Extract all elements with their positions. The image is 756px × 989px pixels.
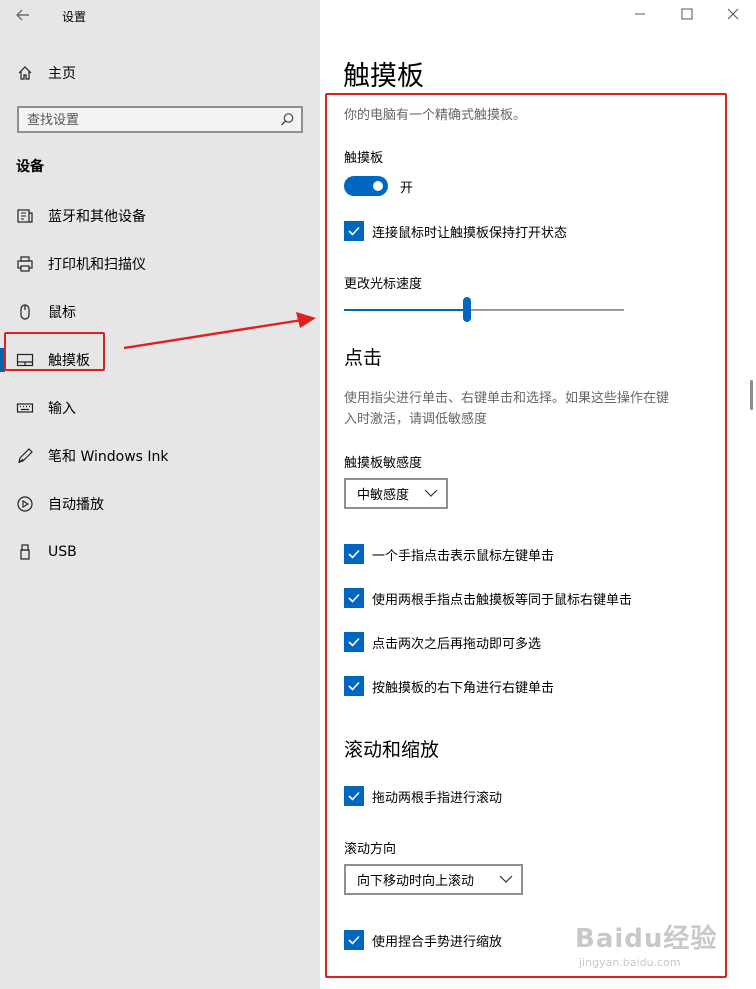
sidebar-nav: 蓝牙和其他设备 打印机和扫描仪 鼠标 触摸板 输入 笔和 Windows Ink… [0, 192, 320, 576]
sidebar-item-label: 蓝牙和其他设备 [48, 209, 146, 225]
two-finger-scroll-checkbox[interactable] [344, 786, 364, 806]
scroll-direction-dropdown[interactable]: 向下移动时向上滚动 [344, 864, 523, 895]
double-tap-drag-label: 点击两次之后再拖动即可多选 [372, 637, 542, 652]
chevron-down-icon [424, 487, 438, 499]
highlight-box-touchpad-nav [4, 332, 105, 371]
cursor-speed-slider-thumb[interactable] [463, 297, 471, 322]
keyboard-icon [16, 399, 34, 417]
maximize-icon[interactable] [679, 6, 695, 22]
sidebar-item-label: USB [48, 544, 77, 560]
app-title: 设置 [62, 10, 87, 24]
tap-single-finger-checkbox[interactable] [344, 544, 364, 564]
annotation-arrow-icon [123, 312, 316, 350]
cursor-speed-label: 更改光标速度 [344, 277, 423, 292]
sidebar-item-typing[interactable]: 输入 [0, 384, 320, 432]
pen-icon [16, 447, 34, 465]
home-icon [16, 64, 34, 82]
sidebar-item-autoplay[interactable]: 自动播放 [0, 480, 320, 528]
taps-heading: 点击 [344, 347, 383, 369]
taps-description-line1: 使用指尖进行单击、右键单击和选择。如果这些操作在键 [344, 391, 670, 406]
checkmark-icon [348, 226, 360, 236]
two-finger-scroll-label: 拖动两根手指进行滚动 [372, 791, 503, 806]
autoplay-icon [16, 495, 34, 513]
sensitivity-label: 触摸板敏感度 [344, 456, 423, 471]
printer-icon [16, 255, 34, 273]
back-arrow-icon[interactable] [14, 6, 36, 26]
sidebar-item-home[interactable]: 主页 [16, 62, 76, 84]
scroll-direction-label: 滚动方向 [344, 842, 397, 857]
taps-description-line2: 入时激活，请调低敏感度 [344, 412, 488, 427]
touchpad-toggle[interactable] [344, 176, 388, 196]
search-box[interactable] [17, 106, 303, 133]
sidebar-item-pen[interactable]: 笔和 Windows Ink [0, 432, 320, 480]
watermark: Baidu经验 jingyan.baidu.com [575, 910, 725, 980]
minimize-icon[interactable] [632, 6, 648, 22]
watermark-url: jingyan.baidu.com [579, 956, 681, 969]
sidebar-item-label: 输入 [48, 401, 76, 417]
sidebar-item-label: 笔和 Windows Ink [48, 449, 169, 465]
checkmark-icon [348, 637, 360, 647]
page-title: 触摸板 [343, 61, 424, 92]
cursor-speed-slider-track[interactable] [344, 309, 624, 311]
checkmark-icon [348, 549, 360, 559]
search-input[interactable] [27, 110, 277, 130]
close-icon[interactable] [725, 6, 741, 22]
precision-touchpad-note: 你的电脑有一个精确式触摸板。 [344, 108, 527, 123]
section-title-devices: 设备 [16, 159, 44, 175]
checkmark-icon [348, 681, 360, 691]
sidebar-item-printers[interactable]: 打印机和扫描仪 [0, 240, 320, 288]
watermark-brand: Baidu经验 [575, 924, 718, 954]
usb-icon [16, 543, 34, 561]
bluetooth-devices-icon [16, 207, 34, 225]
checkmark-icon [348, 935, 360, 945]
sensitivity-selected-value: 中敏感度 [357, 488, 410, 503]
sidebar-item-label: 自动播放 [48, 497, 104, 513]
vertical-scrollbar[interactable] [750, 380, 753, 410]
pinch-zoom-label: 使用捏合手势进行缩放 [372, 935, 503, 950]
touchpad-toggle-state: 开 [400, 181, 414, 196]
home-label: 主页 [48, 66, 76, 82]
scroll-zoom-heading: 滚动和缩放 [344, 739, 440, 761]
touchpad-toggle-label: 触摸板 [344, 151, 384, 166]
pinch-zoom-checkbox[interactable] [344, 930, 364, 950]
sidebar-item-usb[interactable]: USB [0, 528, 320, 576]
cursor-speed-slider-fill [344, 309, 467, 311]
checkmark-icon [348, 791, 360, 801]
sidebar: 设置 主页 设备 蓝牙和其他设备 打印机和扫描仪 [0, 0, 320, 989]
checkmark-icon [348, 593, 360, 603]
keep-on-with-mouse-label: 连接鼠标时让触摸板保持打开状态 [372, 226, 568, 241]
search-icon[interactable] [280, 112, 295, 127]
tap-two-finger-checkbox[interactable] [344, 588, 364, 608]
sidebar-item-label: 鼠标 [48, 305, 76, 321]
double-tap-drag-checkbox[interactable] [344, 632, 364, 652]
sidebar-item-bluetooth[interactable]: 蓝牙和其他设备 [0, 192, 320, 240]
corner-right-click-label: 按触摸板的右下角进行右键单击 [372, 681, 555, 696]
scroll-direction-selected-value: 向下移动时向上滚动 [357, 874, 475, 889]
keep-on-with-mouse-checkbox[interactable] [344, 221, 364, 241]
sensitivity-dropdown[interactable]: 中敏感度 [344, 478, 448, 509]
corner-right-click-checkbox[interactable] [344, 676, 364, 696]
toggle-knob [373, 181, 383, 191]
chevron-down-icon [499, 873, 513, 885]
tap-single-finger-label: 一个手指点击表示鼠标左键单击 [372, 549, 555, 564]
sidebar-item-label: 打印机和扫描仪 [48, 257, 146, 273]
mouse-icon [16, 303, 34, 321]
tap-two-finger-label: 使用两根手指点击触摸板等同于鼠标右键单击 [372, 593, 633, 608]
